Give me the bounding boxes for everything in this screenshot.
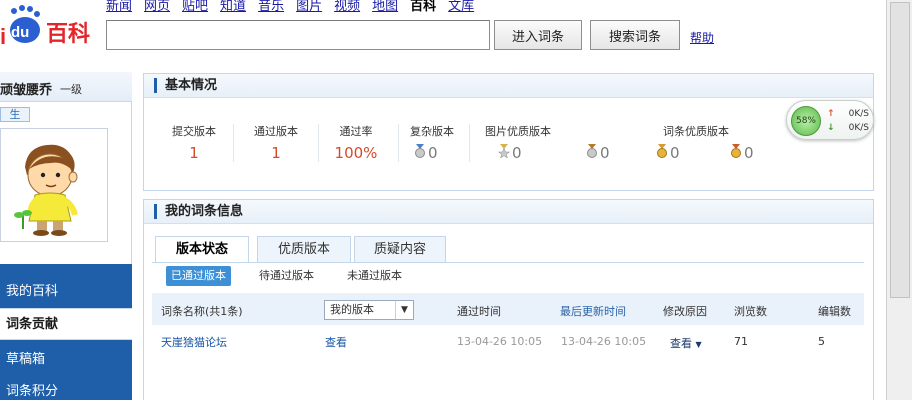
sidebar-menu: 我的百科 词条贡献 草稿箱 词条积分	[0, 264, 132, 400]
basic-info-header	[144, 74, 873, 98]
view-reason-dropdown[interactable]: 查看 ▼	[670, 335, 702, 351]
pass-rate-value: 100%	[334, 144, 378, 162]
help-link[interactable]: 帮助	[690, 29, 714, 46]
silver-medal: 0	[656, 144, 680, 162]
bronze-medal: 0	[586, 144, 610, 162]
down-arrow-icon: ↓	[827, 123, 835, 133]
avatar[interactable]	[0, 128, 108, 242]
svg-text:i: i	[0, 24, 6, 48]
sidebar-item-drafts[interactable]: 草稿箱	[0, 344, 132, 376]
sidebar-item-points[interactable]: 词条积分	[0, 376, 132, 400]
silver-medal-icon	[656, 144, 668, 162]
gold-medal-icon	[730, 144, 742, 162]
logo-text: 百科	[46, 22, 91, 47]
complex-versions-label: 复杂版本	[410, 125, 454, 138]
submitted-versions-value: 1	[189, 144, 199, 162]
my-entries-header	[144, 200, 873, 224]
silver-medal-value: 0	[670, 144, 680, 162]
passed-versions-value: 1	[271, 144, 281, 162]
user-badge: 生	[0, 107, 30, 122]
subtab-pending[interactable]: 待通过版本	[259, 266, 314, 286]
gold-medal-value: 0	[744, 144, 754, 162]
col-pass-time: 通过时间	[457, 305, 501, 318]
image-quality-medal: 0	[497, 144, 522, 162]
passed-versions-label: 通过版本	[254, 125, 298, 138]
version-select[interactable]: 我的版本 ▼	[324, 300, 414, 320]
image-quality-value: 0	[512, 144, 522, 162]
top-nav: 新闻 网页 贴吧 知道 音乐 图片 视频 地图 百科 文库	[106, 0, 474, 16]
sidebar-item-my-baike[interactable]: 我的百科	[0, 276, 132, 308]
complex-versions-value: 0	[428, 144, 438, 162]
table-row: 天崖猞猫论坛 查看 13-04-26 10:05 13-04-26 10:05 …	[152, 326, 864, 356]
stat-divider	[398, 124, 399, 162]
svg-text:du: du	[11, 24, 29, 41]
upload-speed-value: 0K/S	[848, 109, 869, 119]
col-entry-name: 词条名称(共1条)	[161, 305, 243, 318]
scrollbar-thumb[interactable]	[890, 2, 910, 298]
nav-map[interactable]: 地图	[372, 0, 398, 16]
upload-speed: ↑ 0K/S	[827, 109, 869, 119]
stat-divider	[318, 124, 319, 162]
search-input[interactable]	[106, 20, 490, 50]
network-speed-widget[interactable]: 58% ↑ 0K/S ↓ 0K/S	[786, 100, 874, 140]
caret-down-icon: ▼	[695, 340, 702, 349]
view-reason-label: 查看	[670, 337, 692, 350]
tab-quality-versions[interactable]: 优质版本	[257, 236, 351, 262]
nav-web[interactable]: 网页	[144, 0, 170, 16]
view-version-link[interactable]: 查看	[325, 334, 347, 350]
row-views: 71	[734, 335, 748, 348]
entry-quality-label: 词条优质版本	[663, 125, 729, 138]
subtab-passed[interactable]: 已通过版本	[166, 266, 231, 286]
sidebar-item-entry-contribution[interactable]: 词条贡献	[0, 308, 132, 340]
subtab-rejected[interactable]: 未通过版本	[347, 266, 402, 286]
star-medal-icon	[497, 144, 511, 162]
entry-name-link[interactable]: 天崖猞猫论坛	[161, 334, 227, 350]
col-reason: 修改原因	[663, 305, 707, 318]
nav-images[interactable]: 图片	[296, 0, 322, 16]
nav-news[interactable]: 新闻	[106, 0, 132, 16]
bronze-medal-value: 0	[600, 144, 610, 162]
tab-disputed-content[interactable]: 质疑内容	[354, 236, 446, 262]
row-edits: 5	[818, 335, 825, 348]
bronze-medal-icon	[586, 144, 598, 162]
page-scrollbar[interactable]	[886, 0, 912, 400]
nav-wenku[interactable]: 文库	[448, 0, 474, 16]
tab-version-status[interactable]: 版本状态	[155, 236, 249, 263]
col-last-update[interactable]: 最后更新时间	[560, 303, 626, 319]
col-views: 浏览数	[734, 305, 767, 318]
user-name[interactable]: 顽皱腰乔	[0, 79, 52, 98]
nav-music[interactable]: 音乐	[258, 0, 284, 16]
row-last-update: 13-04-26 10:05	[561, 335, 647, 348]
nav-baike[interactable]: 百科	[410, 0, 436, 16]
up-arrow-icon: ↑	[827, 109, 835, 119]
download-speed-value: 0K/S	[848, 123, 869, 133]
col-edits: 编辑数	[818, 305, 851, 318]
my-entries-title: 我的词条信息	[154, 204, 243, 219]
basic-info-title: 基本情况	[154, 78, 217, 93]
complex-versions-medal: 0	[414, 144, 438, 162]
nav-zhidao[interactable]: 知道	[220, 0, 246, 16]
baidu-baike-logo[interactable]: i du 百科	[0, 4, 100, 49]
speed-percent: 58%	[791, 106, 821, 136]
submitted-versions-label: 提交版本	[172, 125, 216, 138]
stat-divider	[469, 124, 470, 162]
stat-divider	[233, 124, 234, 162]
enter-entry-button[interactable]: 进入词条	[494, 20, 582, 50]
tab-underline	[152, 262, 864, 263]
nav-video[interactable]: 视频	[334, 0, 360, 16]
gold-medal: 0	[730, 144, 754, 162]
image-quality-label: 图片优质版本	[485, 125, 551, 138]
medal-icon	[414, 144, 426, 162]
version-select-value: 我的版本	[330, 303, 374, 316]
chevron-down-icon: ▼	[395, 301, 413, 319]
user-level: 一级	[60, 83, 82, 96]
pass-rate-label: 通过率	[339, 125, 373, 138]
row-pass-time: 13-04-26 10:05	[457, 335, 543, 348]
nav-tieba[interactable]: 贴吧	[182, 0, 208, 16]
download-speed: ↓ 0K/S	[827, 123, 869, 133]
search-entry-button[interactable]: 搜索词条	[590, 20, 680, 50]
